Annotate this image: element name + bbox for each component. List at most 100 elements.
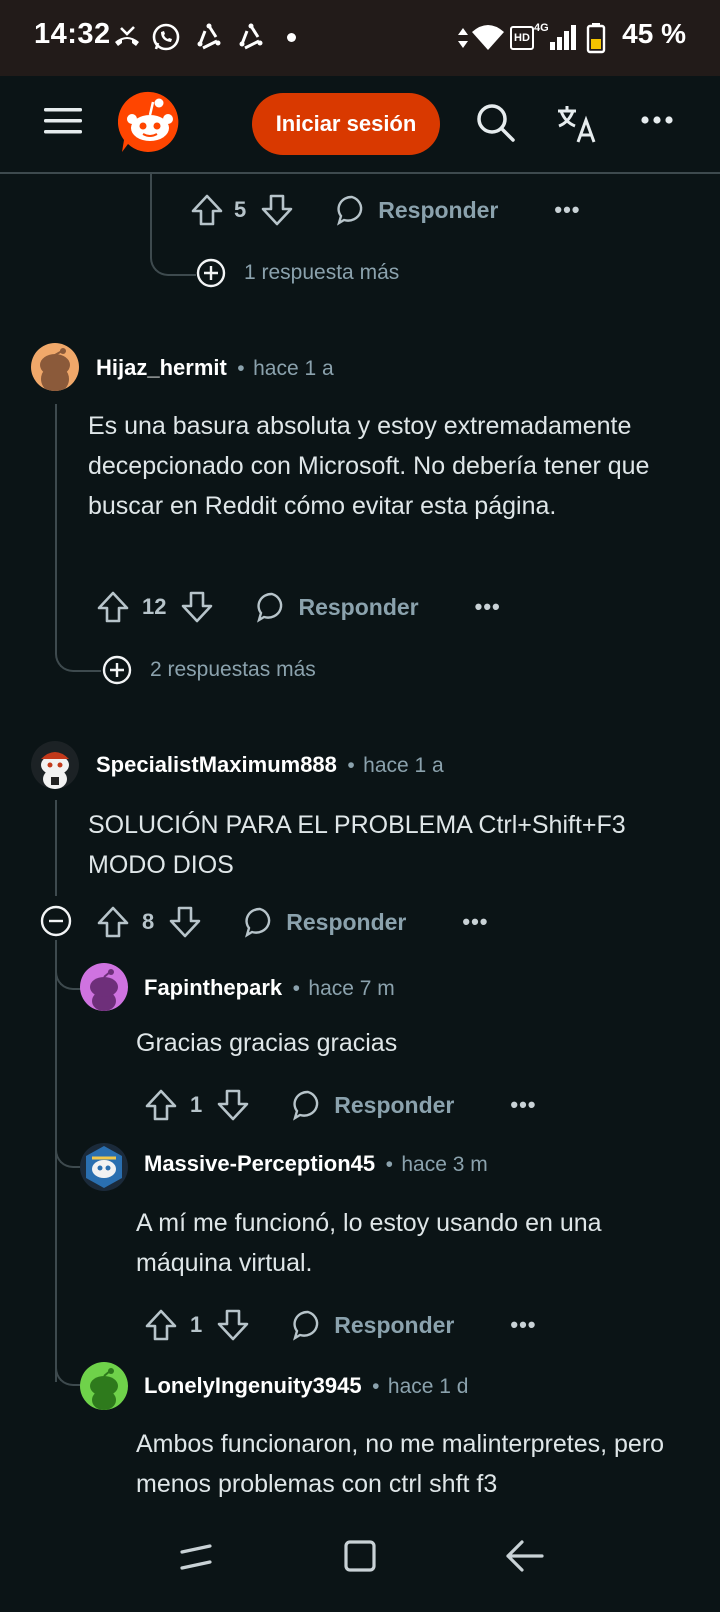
upvote-icon[interactable] [96, 905, 130, 939]
thread-line [55, 404, 57, 652]
collapse-minus-icon[interactable] [40, 905, 72, 937]
comment-time: hace 1 a [253, 357, 334, 380]
comment-more-icon[interactable]: ••• [510, 1312, 536, 1338]
comment-header: SpecialistMaximum888 • hace 1 a [96, 752, 444, 777]
reply-button[interactable]: Responder [286, 909, 406, 936]
comment-author[interactable]: SpecialistMaximum888 [96, 752, 337, 777]
snoo-avatar-icon [40, 348, 70, 391]
more-replies-label: 2 respuestas más [150, 658, 316, 681]
upvote-icon[interactable] [144, 1308, 178, 1342]
thread-elbow [55, 1138, 81, 1168]
reply-button[interactable]: Responder [334, 1312, 454, 1339]
thread-elbow [55, 1356, 81, 1386]
sync-icon [197, 23, 221, 50]
comment-more-icon[interactable]: ••• [554, 197, 580, 223]
snoo-avatar-icon [41, 752, 69, 789]
battery-icon [586, 23, 606, 54]
notification-dot-icon [287, 33, 296, 42]
upvote-icon[interactable] [190, 193, 224, 227]
thread-line [55, 800, 57, 896]
signal-icon [550, 25, 576, 50]
comment-time: hace 3 m [401, 1153, 488, 1176]
comment-body: SOLUCIÓN PARA EL PROBLEMA Ctrl+Shift+F3 … [88, 811, 626, 879]
reply-bubble-icon[interactable] [292, 1309, 324, 1341]
home-icon[interactable] [342, 1538, 378, 1574]
reply-bubble-icon[interactable] [292, 1089, 324, 1121]
avatar[interactable] [80, 1143, 128, 1191]
comment-body: Gracias gracias gracias [136, 1029, 398, 1057]
translate-icon[interactable] [556, 104, 598, 144]
comment-header: Fapinthepark • hace 7 m [144, 975, 395, 1000]
expand-plus-icon[interactable] [102, 655, 132, 685]
reply-button[interactable]: Responder [334, 1092, 454, 1119]
more-replies-link[interactable]: 2 respuestas más [102, 655, 316, 685]
login-button[interactable]: Iniciar sesión [252, 93, 440, 155]
search-icon[interactable] [475, 102, 517, 144]
action-row: 5 Responder ••• [190, 190, 581, 230]
more-replies-link[interactable]: 1 respuesta más [196, 258, 399, 288]
expand-plus-icon[interactable] [196, 258, 226, 288]
snoo-avatar-icon [86, 1146, 122, 1188]
recent-apps-icon[interactable] [178, 1540, 214, 1574]
thread-elbow [150, 250, 196, 276]
vote-count: 12 [142, 594, 167, 619]
upvote-icon[interactable] [96, 590, 130, 624]
action-row: 1 Responder ••• [144, 1085, 537, 1125]
comment-header: LonelyIngenuity3945 • hace 1 d [144, 1373, 469, 1398]
upvote-icon[interactable] [144, 1088, 178, 1122]
snoo-avatar-icon [90, 969, 118, 1011]
more-replies-label: 1 respuesta más [244, 261, 400, 284]
avatar[interactable] [31, 741, 79, 789]
action-row: 8 Responder ••• [96, 902, 489, 942]
missed-call-icon [115, 26, 139, 46]
reply-bubble-icon[interactable] [256, 591, 288, 623]
reply-button[interactable]: Responder [298, 594, 418, 621]
downvote-icon[interactable] [180, 590, 214, 624]
vote-count: 5 [234, 197, 247, 222]
status-bar: 14:32 HD 4G 45 % [0, 0, 720, 76]
reddit-logo-icon[interactable] [118, 90, 182, 156]
vote-count: 1 [190, 1092, 203, 1117]
comment-author[interactable]: Fapinthepark [144, 975, 282, 1000]
data-arrows-icon [458, 28, 468, 48]
thread-elbow [55, 960, 81, 990]
comment-time: hace 1 a [363, 754, 444, 777]
back-icon[interactable] [504, 1538, 544, 1574]
comment-body: Ambos funcionaron, no me malinterpretes,… [136, 1430, 665, 1498]
status-time: 14:32 [34, 18, 111, 50]
action-row: 12 Responder ••• [96, 587, 501, 627]
hamburger-menu-icon[interactable] [44, 106, 82, 136]
comment-header: Hijaz_hermit • hace 1 a [96, 355, 334, 380]
downvote-icon[interactable] [216, 1088, 250, 1122]
comment-header: Massive-Perception45 • hace 3 m [144, 1151, 488, 1176]
comment-more-icon[interactable]: ••• [510, 1092, 536, 1118]
downvote-icon[interactable] [260, 193, 294, 227]
snoo-avatar-icon [90, 1368, 118, 1410]
avatar[interactable] [31, 343, 79, 391]
comment-author[interactable]: Hijaz_hermit [96, 355, 227, 380]
reply-bubble-icon[interactable] [244, 906, 276, 938]
vote-count: 1 [190, 1312, 203, 1337]
comment-more-icon[interactable]: ••• [462, 909, 488, 935]
whatsapp-icon [152, 23, 180, 51]
comment-author[interactable]: Massive-Perception45 [144, 1151, 375, 1176]
battery-percent: 45 % [622, 18, 686, 49]
wifi-icon [472, 25, 504, 50]
system-nav-bar [0, 1500, 720, 1612]
reply-bubble-icon[interactable] [336, 194, 368, 226]
thread-line [150, 174, 152, 256]
more-options-icon[interactable] [640, 114, 674, 126]
vote-count: 8 [142, 909, 155, 934]
comment-more-icon[interactable]: ••• [475, 594, 501, 620]
reply-button[interactable]: Responder [378, 197, 498, 224]
comment-body: A mí me funcionó, lo estoy usando en una… [136, 1209, 602, 1277]
comment-author[interactable]: LonelyIngenuity3945 [144, 1373, 362, 1398]
action-row: 1 Responder ••• [144, 1305, 537, 1345]
downvote-icon[interactable] [168, 905, 202, 939]
comment-time: hace 1 d [387, 1375, 469, 1398]
sync-icon [239, 23, 263, 50]
avatar[interactable] [80, 963, 128, 1011]
downvote-icon[interactable] [216, 1308, 250, 1342]
thread-line [55, 940, 57, 1382]
avatar[interactable] [80, 1362, 128, 1410]
